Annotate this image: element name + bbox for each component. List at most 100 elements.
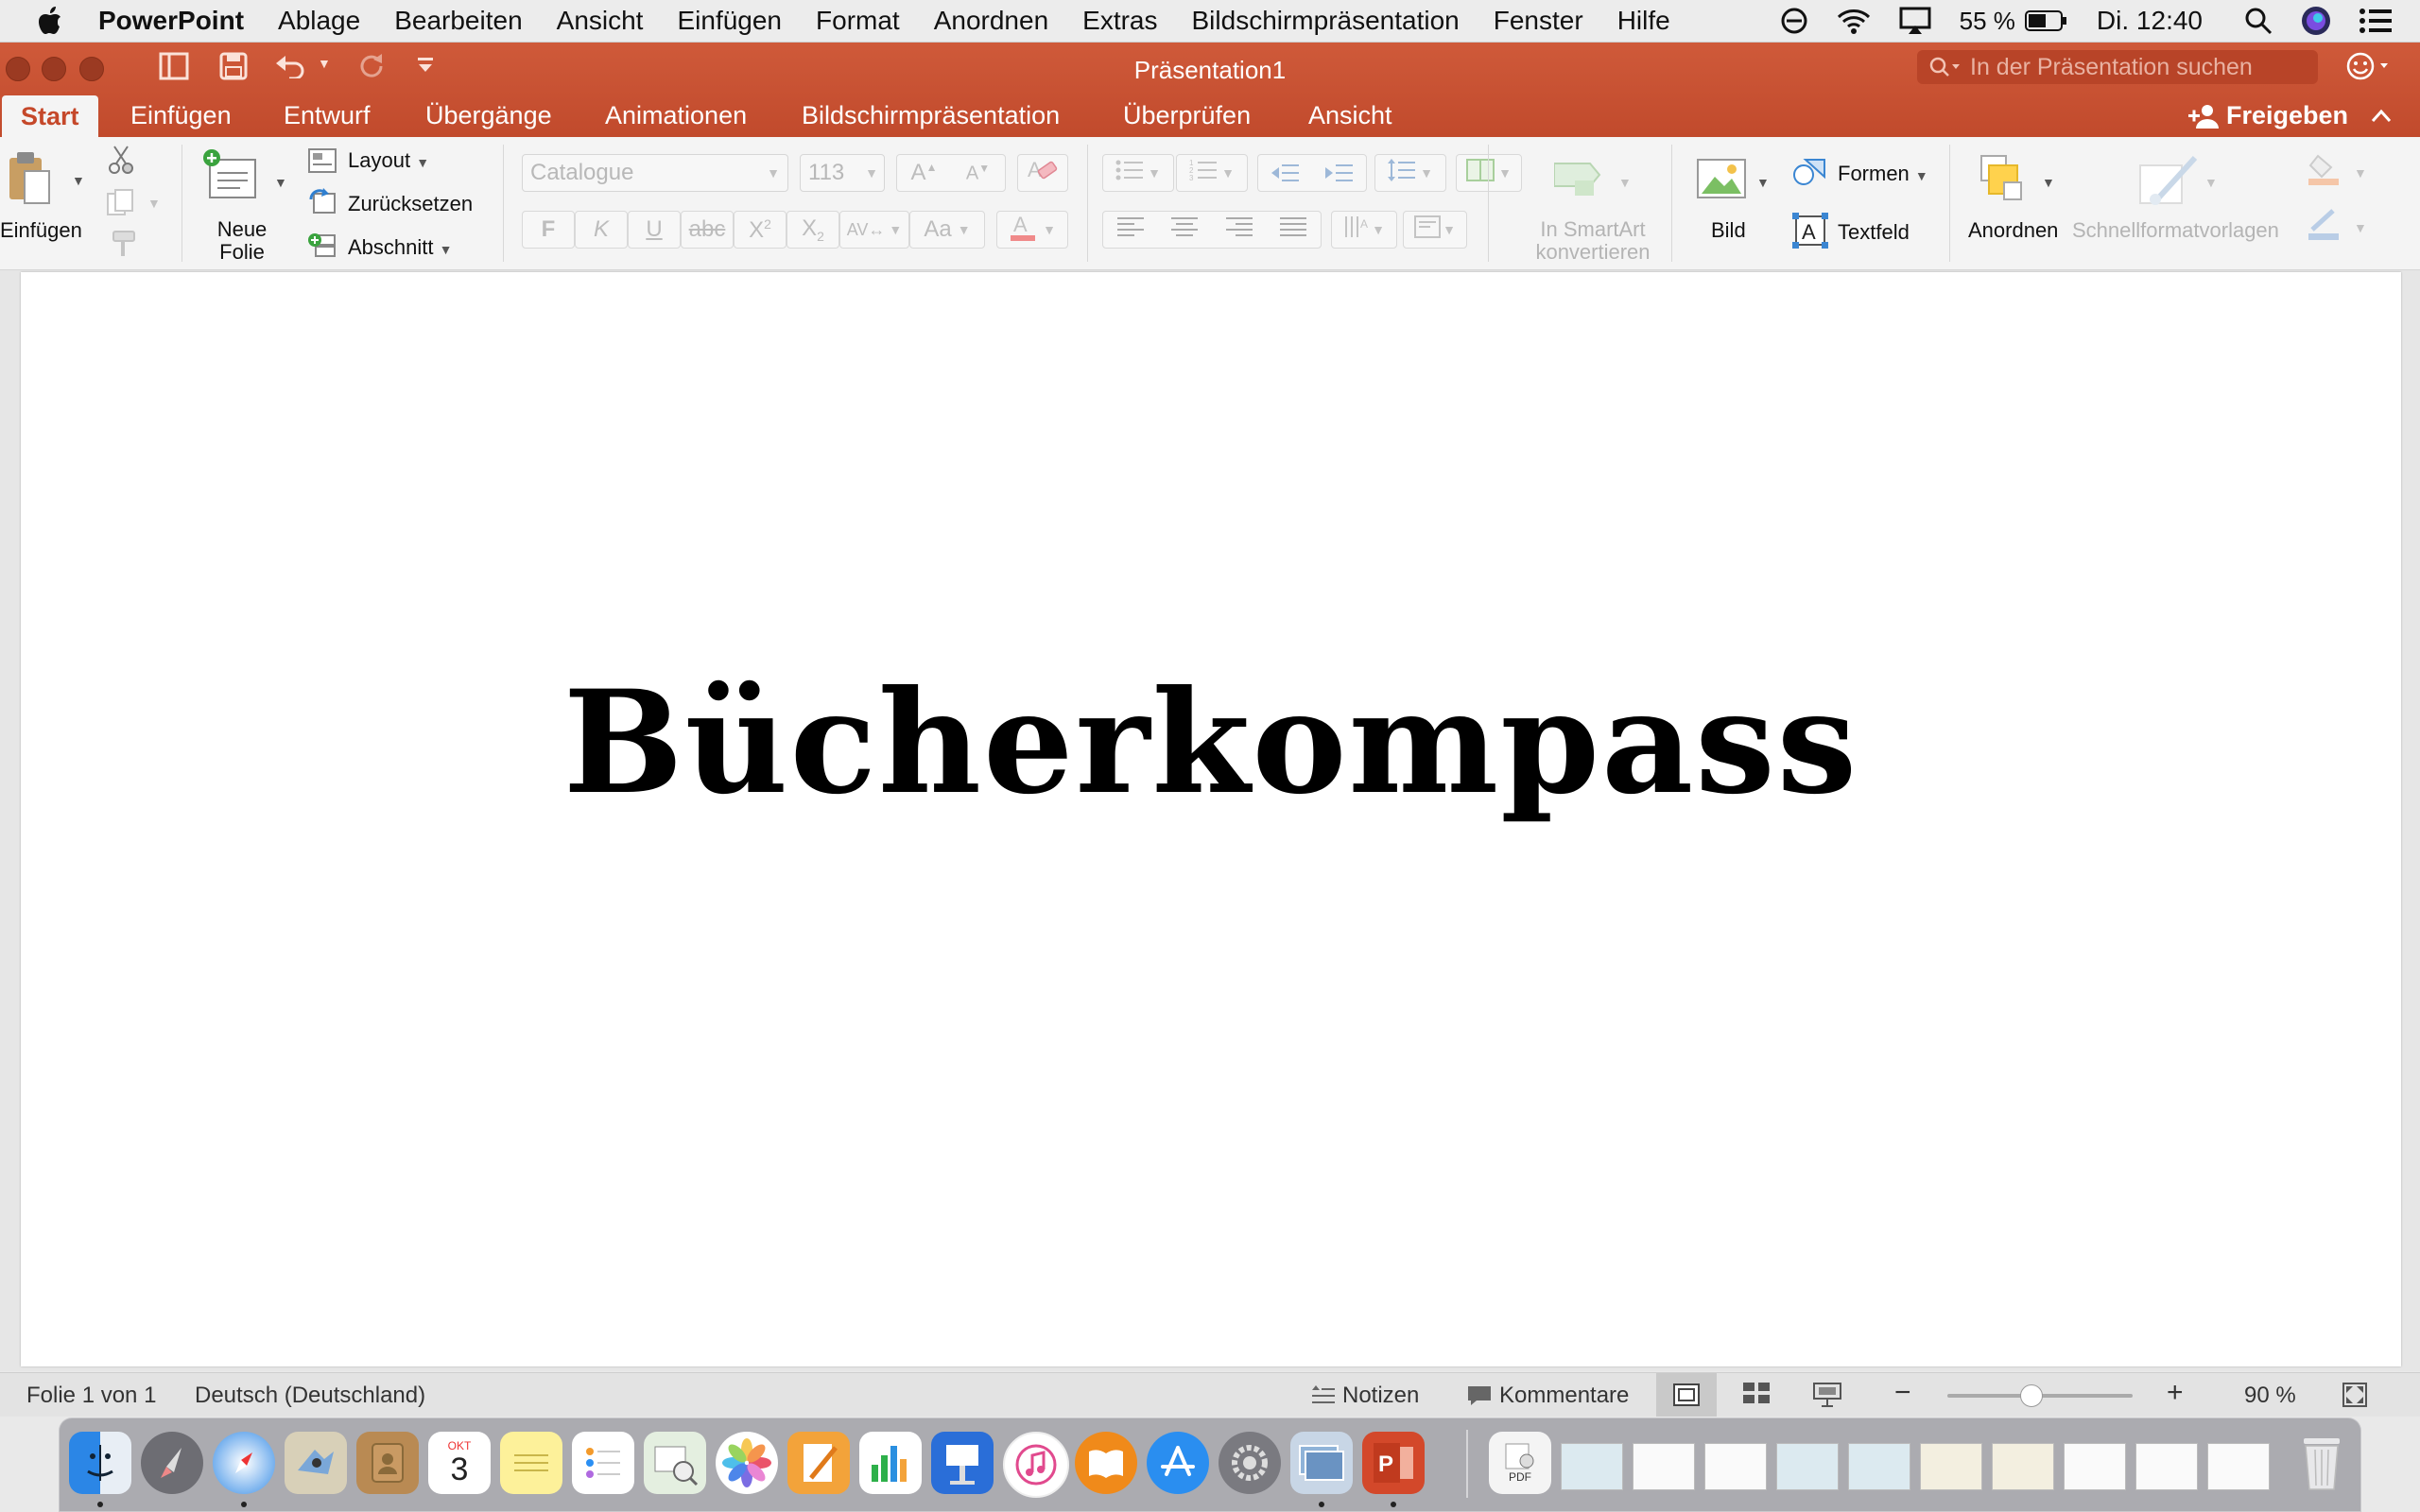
menu-einfuegen[interactable]: Einfügen: [677, 6, 782, 36]
document-thumbnail[interactable]: [1704, 1443, 1767, 1490]
strikethrough-button[interactable]: abc: [681, 211, 734, 249]
comments-button[interactable]: Kommentare: [1467, 1383, 1629, 1409]
menu-bearbeiten[interactable]: Bearbeiten: [394, 6, 522, 36]
contacts-icon[interactable]: [356, 1432, 419, 1494]
paste-icon[interactable]: [8, 150, 53, 212]
document-thumbnail[interactable]: [2207, 1443, 2270, 1490]
subscript-button[interactable]: X2: [786, 211, 839, 249]
zoom-slider[interactable]: [1947, 1384, 2133, 1407]
slide-title-text[interactable]: Bücherkompass: [21, 660, 2401, 826]
shapes-button[interactable]: Formen ▼: [1838, 162, 1928, 186]
bold-button[interactable]: F: [522, 211, 575, 249]
menu-extras[interactable]: Extras: [1082, 6, 1157, 36]
quick-styles-dropdown-icon[interactable]: ▼: [2204, 175, 2218, 190]
notification-center-icon[interactable]: [2360, 9, 2392, 33]
launchpad-icon[interactable]: [141, 1432, 203, 1494]
zoom-in-button[interactable]: +: [2167, 1377, 2184, 1409]
character-spacing-button[interactable]: AV↔ ▼: [839, 211, 909, 249]
battery-icon[interactable]: [2024, 9, 2068, 32]
search-input[interactable]: In der Präsentation suchen: [1917, 50, 2318, 84]
slide-canvas[interactable]: Bücherkompass: [21, 272, 2401, 1366]
reset-slide-icon[interactable]: [308, 188, 337, 219]
app-store-icon[interactable]: [1147, 1432, 1209, 1494]
arrange-dropdown-icon[interactable]: ▼: [2042, 175, 2055, 190]
clear-formatting-button[interactable]: A: [1017, 154, 1068, 192]
reset-button[interactable]: Zurücksetzen: [348, 192, 473, 216]
fit-to-window-button[interactable]: [2342, 1383, 2367, 1407]
cut-icon[interactable]: [106, 145, 136, 180]
tab-start[interactable]: Start: [2, 95, 98, 137]
document-thumbnail[interactable]: [1920, 1443, 1982, 1490]
menu-app-name[interactable]: PowerPoint: [98, 6, 244, 36]
tab-ueberpruefen[interactable]: Überprüfen: [1123, 101, 1251, 130]
do-not-disturb-icon[interactable]: [1780, 7, 1808, 35]
safari-icon[interactable]: [213, 1432, 275, 1494]
pages-icon[interactable]: [787, 1432, 850, 1494]
tab-bildschirmpraesentation[interactable]: Bildschirmpräsentation: [802, 101, 1060, 130]
new-slide-label[interactable]: Neue Folie: [214, 218, 270, 264]
notes-app-icon[interactable]: [500, 1432, 562, 1494]
textbox-icon[interactable]: A: [1792, 213, 1828, 253]
shape-fill-dropdown-icon[interactable]: ▼: [2354, 165, 2367, 180]
normal-view-button[interactable]: [1656, 1373, 1717, 1417]
section-button[interactable]: Abschnitt ▼: [348, 235, 452, 260]
document-thumbnail[interactable]: [2064, 1443, 2126, 1490]
quick-styles-label[interactable]: Schnellformatvorlagen: [2072, 218, 2279, 243]
shape-fill-icon[interactable]: [2307, 154, 2344, 191]
font-color-button[interactable]: A ▼: [996, 211, 1068, 249]
finder-icon[interactable]: [69, 1432, 131, 1494]
align-center-icon[interactable]: [1171, 216, 1199, 244]
menu-ablage[interactable]: Ablage: [278, 6, 360, 36]
paste-label[interactable]: Einfügen: [0, 218, 82, 243]
increase-font-size-icon[interactable]: A▲: [897, 160, 951, 186]
increase-indent-icon[interactable]: [1312, 163, 1366, 183]
decrease-font-size-icon[interactable]: A▼: [951, 162, 1005, 185]
share-button[interactable]: Freigeben: [2187, 101, 2348, 130]
document-thumbnail[interactable]: [2135, 1443, 2198, 1490]
menu-hilfe[interactable]: Hilfe: [1617, 6, 1670, 36]
document-thumbnail[interactable]: [1561, 1443, 1623, 1490]
zoom-slider-thumb[interactable]: [2020, 1384, 2044, 1407]
collapse-ribbon-icon[interactable]: [2371, 99, 2392, 129]
photos-icon[interactable]: [716, 1432, 778, 1494]
menu-fenster[interactable]: Fenster: [1494, 6, 1583, 36]
italic-button[interactable]: K: [575, 211, 628, 249]
document-thumbnail[interactable]: [1776, 1443, 1839, 1490]
menu-bildschirmpraesentation[interactable]: Bildschirmpräsentation: [1192, 6, 1460, 36]
copy-dropdown-icon[interactable]: ▼: [147, 196, 161, 211]
pdf-document-icon[interactable]: PDF: [1489, 1432, 1551, 1494]
smartart-dropdown-icon[interactable]: ▼: [1618, 175, 1632, 190]
feedback-smiley-icon[interactable]: [2346, 52, 2392, 88]
change-case-button[interactable]: Aa ▼: [909, 211, 985, 249]
shape-outline-dropdown-icon[interactable]: ▼: [2354, 220, 2367, 235]
arrange-label[interactable]: Anordnen: [1968, 218, 2058, 243]
bullets-button[interactable]: ▼: [1102, 154, 1174, 192]
mail-icon[interactable]: [285, 1432, 347, 1494]
system-preferences-icon[interactable]: [1219, 1432, 1281, 1494]
paste-dropdown-icon[interactable]: ▼: [72, 173, 85, 188]
tab-einfuegen[interactable]: Einfügen: [130, 101, 232, 130]
shapes-icon[interactable]: [1792, 158, 1826, 191]
align-left-icon[interactable]: [1116, 216, 1144, 244]
menu-anordnen[interactable]: Anordnen: [934, 6, 1048, 36]
document-thumbnail[interactable]: [1992, 1443, 2054, 1490]
smartart-convert-icon[interactable]: [1553, 158, 1611, 204]
zoom-level[interactable]: 90 %: [2244, 1383, 2296, 1409]
calendar-icon[interactable]: OKT 3: [428, 1432, 491, 1494]
trash-icon[interactable]: [2290, 1432, 2353, 1494]
superscript-button[interactable]: X2: [734, 211, 786, 249]
itunes-icon[interactable]: [1003, 1432, 1069, 1498]
layout-button[interactable]: Layout ▼: [348, 148, 429, 173]
numbers-icon[interactable]: [859, 1432, 922, 1494]
section-icon[interactable]: [308, 232, 337, 263]
siri-icon[interactable]: [2301, 6, 2331, 36]
textbox-label[interactable]: Textfeld: [1838, 220, 1910, 245]
line-spacing-button[interactable]: ▼: [1374, 154, 1446, 192]
quick-styles-icon[interactable]: [2138, 154, 2201, 212]
font-size-combobox[interactable]: 113 ▼: [800, 154, 885, 192]
airplay-icon[interactable]: [1899, 7, 1931, 35]
menu-ansicht[interactable]: Ansicht: [557, 6, 644, 36]
reading-view-button[interactable]: [1813, 1383, 1841, 1407]
arrange-icon[interactable]: [1979, 154, 2029, 208]
clock[interactable]: Di. 12:40: [2097, 6, 2203, 36]
